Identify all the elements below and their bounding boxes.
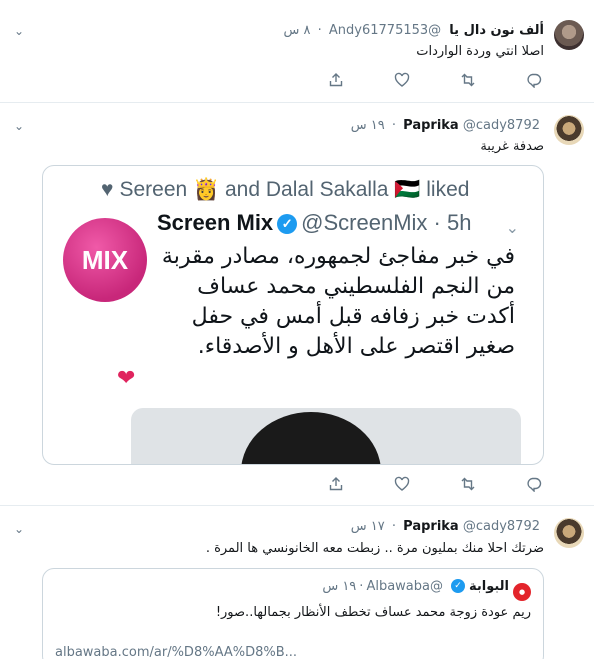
embedded-account-handle: @ScreenMix · 5h bbox=[301, 210, 472, 235]
tweet-actions bbox=[0, 474, 594, 494]
reply-icon[interactable] bbox=[524, 70, 544, 90]
username[interactable]: Paprika bbox=[403, 118, 459, 133]
avatar[interactable] bbox=[554, 518, 584, 548]
red-heart-icon: ❤ bbox=[117, 366, 136, 391]
quoted-header: ● البوابة ✓ @Albawaba·١٩ س bbox=[322, 579, 531, 601]
embedded-photo bbox=[131, 408, 521, 464]
separator-dot: · bbox=[317, 23, 322, 38]
avatar[interactable] bbox=[554, 20, 584, 50]
quoted-text: ريم عودة زوجة محمد عساف تخطف الأنظار بجم… bbox=[215, 605, 531, 620]
retweet-icon[interactable] bbox=[458, 70, 478, 90]
tweet-header: ألف نون دال يا @Andy61775153 · ٨ س bbox=[283, 23, 544, 38]
handle[interactable]: @Andy61775153 bbox=[329, 23, 441, 38]
quoted-handle[interactable]: @Albawaba bbox=[366, 579, 443, 594]
chevron-down-icon[interactable]: ⌄ bbox=[14, 119, 24, 133]
timestamp[interactable]: ١٩ س bbox=[351, 118, 385, 133]
tweet-text: صدفة غريبة bbox=[480, 139, 544, 154]
avatar[interactable] bbox=[554, 115, 584, 145]
quoted-tweet[interactable]: ● البوابة ✓ @Albawaba·١٩ س ريم عودة زوجة مح… bbox=[42, 568, 544, 659]
tweet-text: ضرتك احلا منك بمليون مرة .. زبطت معه الخ… bbox=[205, 541, 544, 556]
separator-dot: · bbox=[391, 519, 397, 534]
verified-icon: ✓ bbox=[450, 579, 465, 593]
tweet-header: Paprika @cady8792 · ١٩ س bbox=[351, 118, 544, 133]
timestamp[interactable]: ٨ س bbox=[283, 23, 310, 38]
tweet-text: اصلا انتي وردة الواردات bbox=[416, 44, 544, 59]
attached-image[interactable]: ♥ Sereen 👸 and Dalal Sakalla 🇵🇸 liked MIX… bbox=[42, 165, 544, 465]
chevron-down-icon[interactable]: ⌄ bbox=[14, 24, 24, 38]
embedded-text-line: في خبر مفاجئ لجمهوره، مصادر مقربة bbox=[161, 244, 515, 269]
quoted-time: ١٩ س bbox=[322, 579, 357, 594]
embedded-text-line: أكدت خبر زفافه قبل أمس في حفل bbox=[191, 304, 515, 329]
heart-icon[interactable] bbox=[392, 70, 412, 90]
embedded-account-name: Screen Mix bbox=[157, 210, 274, 235]
chevron-down-icon: ⌄ bbox=[505, 218, 519, 237]
separator-dot: · bbox=[359, 579, 364, 594]
liked-line: ♥ Sereen 👸 and Dalal Sakalla 🇵🇸 liked bbox=[101, 178, 469, 202]
albawaba-logo: ● bbox=[513, 583, 531, 601]
photo-person bbox=[241, 412, 381, 464]
handle[interactable]: @cady8792 bbox=[463, 118, 540, 133]
chevron-down-icon[interactable]: ⌄ bbox=[14, 522, 24, 536]
embedded-text-line: من النجم الفلسطيني محمد عساف bbox=[197, 274, 515, 299]
quoted-name[interactable]: البوابة bbox=[469, 579, 509, 594]
tweet-actions bbox=[0, 70, 594, 90]
share-icon[interactable] bbox=[326, 474, 346, 494]
reply-icon[interactable] bbox=[524, 474, 544, 494]
username[interactable]: ألف نون دال يا bbox=[449, 23, 544, 38]
embedded-text-line: صغير اقتصر على الأهل و الأصدقاء. bbox=[197, 334, 515, 359]
screenmix-logo: MIX bbox=[63, 218, 147, 302]
timestamp[interactable]: ١٧ س bbox=[351, 519, 385, 534]
username[interactable]: Paprika bbox=[403, 519, 459, 534]
liked-text: Sereen 👸 and Dalal Sakalla 🇵🇸 liked bbox=[119, 178, 470, 201]
tweet-header: Paprika @cady8792 · ١٧ س bbox=[351, 519, 544, 534]
share-icon[interactable] bbox=[326, 70, 346, 90]
heart-icon[interactable] bbox=[392, 474, 412, 494]
heart-icon: ♥ bbox=[101, 178, 114, 201]
handle[interactable]: @cady8792 bbox=[463, 519, 540, 534]
verified-icon: ✓ bbox=[277, 214, 298, 234]
embedded-account: Screen Mix ✓ @ScreenMix · 5h bbox=[157, 210, 471, 236]
retweet-icon[interactable] bbox=[458, 474, 478, 494]
separator-dot: · bbox=[391, 118, 397, 133]
quoted-link[interactable]: albawaba.com/ar/%D8%AA%D8%B... bbox=[55, 645, 297, 659]
